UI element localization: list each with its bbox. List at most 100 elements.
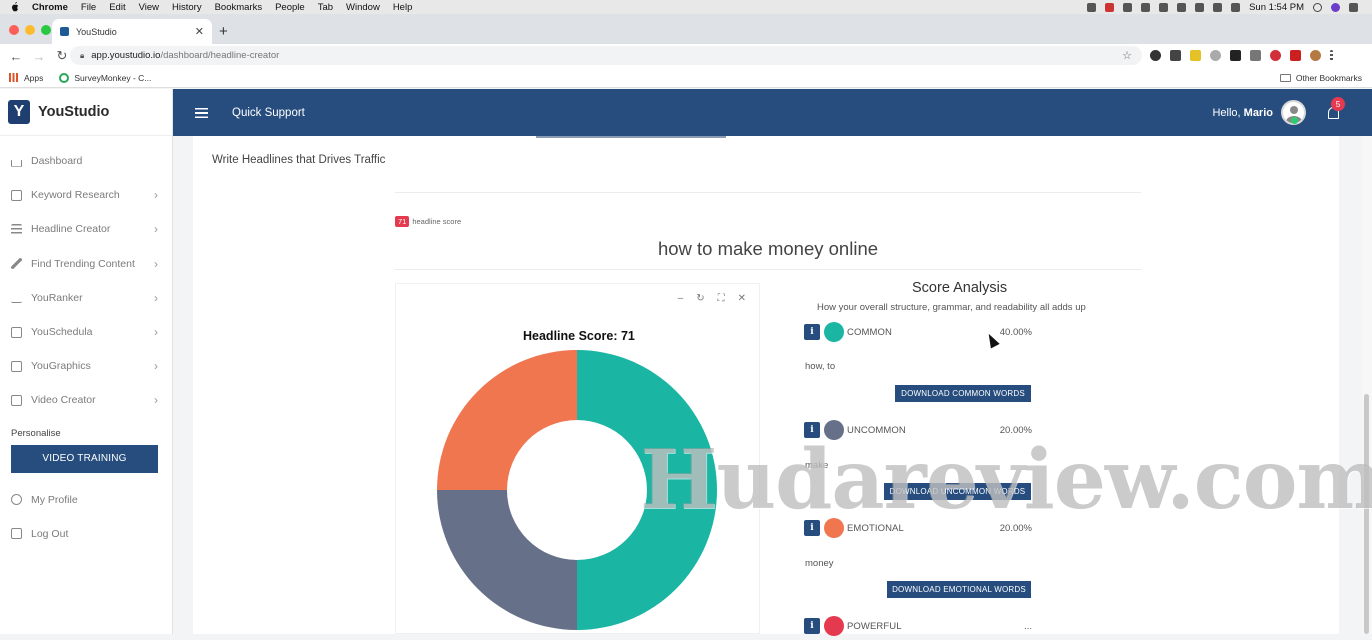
sidebar-item-label: YouGraphics	[31, 360, 91, 373]
window-controls	[9, 25, 51, 35]
minimize-window-button[interactable]	[25, 25, 35, 35]
extension-icon[interactable]	[1150, 50, 1161, 61]
address-bar[interactable]: 🔒︎ app.youstudio.io /dashboard/headline-…	[70, 46, 1142, 65]
dropbox-icon[interactable]	[1087, 2, 1097, 12]
bookmark-star-icon[interactable]: ☆	[1122, 49, 1132, 62]
siri-icon[interactable]	[1331, 2, 1340, 12]
back-icon[interactable]: ←	[9, 49, 23, 64]
wifi-icon[interactable]	[1195, 2, 1205, 12]
page-scrollbar[interactable]	[1362, 136, 1372, 634]
sidebar-item-headline-creator[interactable]: Headline Creator ›	[0, 212, 172, 246]
bookmark-apps[interactable]: Apps	[24, 73, 43, 83]
volume-icon[interactable]	[1231, 2, 1241, 12]
tray-app-icon[interactable]	[1141, 2, 1151, 12]
quick-support-link[interactable]: Quick Support	[232, 107, 305, 119]
menu-clock[interactable]: Sun 1:54 PM	[1249, 2, 1304, 13]
app-sidebar: Y YouStudio Dashboard Keyword Research ›…	[0, 89, 173, 634]
sidebar-item-label: My Profile	[31, 493, 78, 506]
sidebar-item-youschedula[interactable]: YouSchedula ›	[0, 315, 172, 349]
bluetooth-icon[interactable]	[1177, 2, 1187, 12]
sidebar-item-label: YouSchedula	[31, 326, 93, 339]
sidebar-item-youranker[interactable]: YouRanker ›	[0, 281, 172, 315]
download-emotional-words-button[interactable]: DOWNLOAD EMOTIONAL WORDS	[887, 581, 1031, 598]
sidebar-nav: Dashboard Keyword Research › Headline Cr…	[0, 136, 172, 418]
expand-icon[interactable]: ⛶	[718, 293, 725, 304]
profile-avatar-icon[interactable]	[1310, 50, 1321, 61]
image-icon	[11, 360, 22, 372]
info-icon[interactable]: i	[804, 324, 820, 340]
other-bookmarks[interactable]: Other Bookmarks	[1279, 73, 1362, 83]
time-machine-icon[interactable]	[1159, 2, 1169, 12]
extensions	[1150, 50, 1333, 61]
spotlight-icon[interactable]	[1313, 2, 1322, 12]
status-tray: Sun 1:54 PM	[1087, 2, 1358, 13]
brand[interactable]: Y YouStudio	[0, 89, 172, 136]
donut-slice-emotional[interactable]	[437, 350, 577, 490]
pencil-icon	[11, 258, 22, 270]
chrome-menu-icon[interactable]	[1330, 50, 1333, 61]
sidebar-item-label: Log Out	[31, 527, 69, 540]
close-window-button[interactable]	[9, 25, 19, 35]
menu-bookmarks[interactable]: Bookmarks	[215, 2, 263, 13]
toolbar: ← → ↻ 🔒︎ app.youstudio.io /dashboard/hea…	[0, 44, 1372, 68]
extension-icon[interactable]	[1210, 50, 1221, 61]
minimize-icon[interactable]: –	[678, 293, 684, 304]
app-topbar: Quick Support Hello, Mario	[173, 89, 1372, 136]
menu-window[interactable]: Window	[346, 2, 380, 13]
tray-app-icon[interactable]	[1105, 2, 1115, 12]
sidebar-item-my-profile[interactable]: My Profile	[0, 483, 172, 517]
info-icon[interactable]: i	[804, 618, 820, 634]
tab-title: YouStudio	[76, 26, 117, 37]
sidebar-item-yougraphics[interactable]: YouGraphics ›	[0, 349, 172, 383]
sidebar-item-dashboard[interactable]: Dashboard	[0, 144, 172, 178]
bookmark-surveymonkey[interactable]: SurveyMonkey - C...	[74, 73, 151, 83]
menu-app-name[interactable]: Chrome	[32, 2, 68, 13]
refresh-icon[interactable]: ↻	[696, 293, 704, 304]
close-icon[interactable]: ✕	[738, 293, 746, 304]
forward-icon[interactable]: →	[32, 49, 46, 64]
sidebar-item-keyword-research[interactable]: Keyword Research ›	[0, 178, 172, 212]
airplay-icon[interactable]	[1213, 2, 1223, 12]
cast-icon[interactable]	[1250, 50, 1261, 61]
menu-file[interactable]: File	[81, 2, 96, 13]
chevron-right-icon: ›	[154, 222, 158, 237]
sidebar-item-log-out[interactable]: Log Out	[0, 517, 172, 551]
chart-icon	[11, 292, 22, 304]
watermark-text: Hudareview.com	[640, 432, 1372, 528]
chevron-right-icon: ›	[154, 325, 158, 340]
chart-toolbar: – ↻ ⛶ ✕	[678, 293, 746, 304]
maximize-window-button[interactable]	[41, 25, 51, 35]
menu-tab[interactable]: Tab	[318, 2, 333, 13]
extension-icon[interactable]	[1230, 50, 1241, 61]
lock-icon[interactable]: 🔒︎	[80, 51, 84, 61]
extension-icon[interactable]	[1270, 50, 1281, 61]
tray-app-icon[interactable]	[1123, 2, 1133, 12]
chevron-right-icon: ›	[154, 188, 158, 203]
donut-slice-uncommon[interactable]	[437, 490, 577, 630]
close-tab-icon[interactable]: ✕	[195, 25, 204, 38]
menu-help[interactable]: Help	[393, 2, 413, 13]
sidebar-item-video-creator[interactable]: Video Creator ›	[0, 383, 172, 417]
sidebar-item-find-trending-content[interactable]: Find Trending Content ›	[0, 247, 172, 281]
score-badge: 71 headline score	[395, 216, 461, 227]
reload-icon[interactable]: ↻	[55, 48, 69, 64]
download-common-words-button[interactable]: DOWNLOAD COMMON WORDS	[895, 385, 1031, 402]
extension-icon[interactable]	[1170, 50, 1181, 61]
browser-tab[interactable]: YouStudio ✕	[52, 19, 212, 44]
apple-icon[interactable]	[10, 2, 20, 12]
hamburger-menu-icon[interactable]	[195, 107, 208, 118]
menu-view[interactable]: View	[139, 2, 159, 13]
menu-people[interactable]: People	[275, 2, 305, 13]
category-words: money	[805, 558, 834, 569]
score-analysis-subtitle: How your overall structure, grammar, and…	[817, 302, 1086, 313]
new-tab-button[interactable]: +	[219, 23, 228, 40]
extension-icon[interactable]	[1290, 50, 1301, 61]
category-words: how, to	[805, 361, 836, 372]
category-label: POWERFUL	[847, 620, 902, 632]
menu-history[interactable]: History	[172, 2, 202, 13]
notification-center-icon[interactable]	[1349, 2, 1358, 12]
category-percent: 40.00%	[999, 326, 1032, 338]
menu-edit[interactable]: Edit	[109, 2, 125, 13]
extension-icon[interactable]	[1190, 50, 1201, 61]
video-training-button[interactable]: VIDEO TRAINING	[11, 444, 158, 473]
